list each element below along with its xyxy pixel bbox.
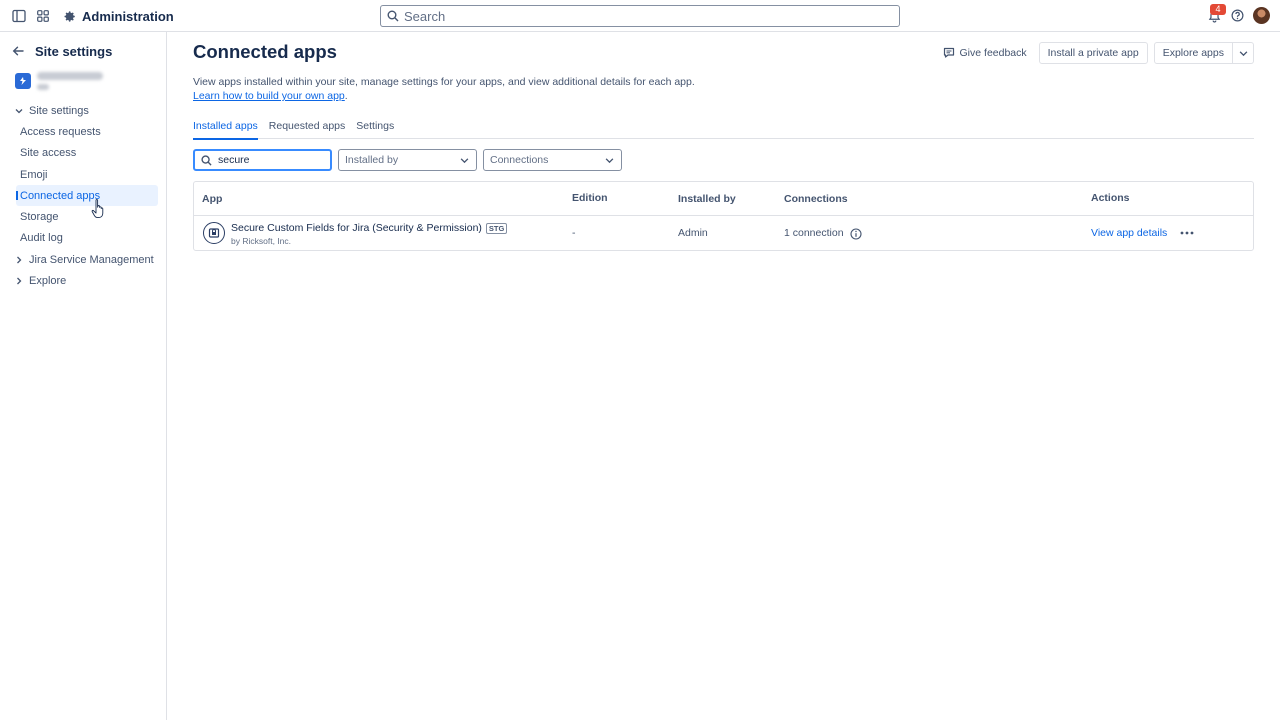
app-search-field[interactable]	[193, 149, 332, 171]
tab-bar: Installed apps Requested apps Settings	[193, 120, 1254, 140]
app-search-input[interactable]	[218, 154, 318, 166]
page-description: View apps installed within your site, ma…	[193, 75, 695, 103]
tab-requested-apps[interactable]: Requested apps	[269, 120, 345, 139]
apps-table: App Edition Installed by Connections Act…	[193, 181, 1254, 251]
sidebar-group-label: Jira Service Management	[29, 253, 154, 266]
sidebar-item-emoji[interactable]: Emoji	[0, 164, 166, 185]
sidebar-item-label: Emoji	[20, 168, 48, 181]
sidebar-group-site-settings[interactable]: Site settings	[0, 100, 166, 121]
app-vendor: by Ricksoft, Inc.	[231, 236, 291, 246]
sidebar-item-access-requests[interactable]: Access requests	[0, 121, 166, 142]
top-navigation-bar: Administration 4	[0, 0, 1280, 32]
installed-by-select[interactable]: Installed by	[338, 149, 477, 171]
connections-placeholder: Connections	[490, 154, 549, 166]
admin-home-link[interactable]: Administration	[62, 6, 174, 26]
page-actions: Give feedback Install a private app Expl…	[937, 42, 1254, 64]
sidebar-item-label: Access requests	[20, 125, 101, 138]
column-header-connections: Connections	[784, 193, 848, 205]
app-switcher-icon[interactable]	[34, 7, 52, 25]
more-options-icon[interactable]	[1179, 227, 1195, 239]
site-logo-icon	[15, 73, 31, 89]
sidebar: Site settings Site settings Access reque…	[0, 32, 167, 720]
sidebar-item-audit-log[interactable]: Audit log	[0, 228, 166, 249]
column-header-actions: Actions	[1091, 192, 1130, 204]
install-private-app-button[interactable]: Install a private app	[1038, 42, 1148, 64]
give-feedback-button[interactable]: Give feedback	[937, 42, 1033, 64]
learn-build-app-link[interactable]: Learn how to build your own app	[193, 90, 345, 102]
tab-settings[interactable]: Settings	[356, 120, 394, 139]
column-header-installed-by: Installed by	[678, 193, 736, 205]
app-name-text: Secure Custom Fields for Jira (Security …	[231, 222, 482, 234]
chevron-down-icon	[1239, 49, 1248, 58]
sidebar-group-jira-service-management[interactable]: Jira Service Management	[0, 249, 166, 270]
hand-cursor-icon	[91, 199, 104, 219]
sidebar-item-storage[interactable]: Storage	[0, 206, 166, 227]
global-search[interactable]	[380, 5, 900, 27]
chevron-down-icon	[460, 155, 470, 165]
filter-bar: Installed by Connections	[193, 149, 622, 171]
page-title: Connected apps	[193, 41, 337, 62]
column-header-edition: Edition	[572, 192, 608, 204]
connections-select[interactable]: Connections	[483, 149, 622, 171]
explore-apps-dropdown[interactable]	[1233, 42, 1254, 64]
view-app-details-link[interactable]: View app details	[1091, 227, 1167, 239]
sidebar-group-label: Explore	[29, 275, 67, 288]
search-icon	[201, 154, 212, 166]
explore-apps-split-button: Explore apps	[1153, 42, 1254, 64]
sidebar-item-label: Site access	[20, 147, 77, 160]
sidebar-item-label: Audit log	[20, 232, 63, 245]
column-header-app: App	[202, 193, 223, 205]
sidebar-toggle-icon[interactable]	[10, 7, 28, 25]
info-icon[interactable]	[849, 227, 862, 240]
back-arrow-icon[interactable]	[12, 45, 25, 58]
sidebar-item-label: Storage	[20, 211, 59, 224]
sidebar-nav: Site settings Access requests Site acces…	[0, 100, 166, 292]
app-name[interactable]: Secure Custom Fields for Jira (Security …	[231, 222, 508, 234]
chevron-right-icon	[14, 255, 23, 264]
table-header: App Edition Installed by Connections Act…	[194, 182, 1253, 216]
table-row: Secure Custom Fields for Jira (Security …	[194, 216, 1253, 251]
help-icon[interactable]	[1229, 7, 1246, 24]
installed-by-placeholder: Installed by	[345, 154, 399, 166]
site-selector[interactable]	[15, 72, 103, 90]
chevron-down-icon	[605, 155, 615, 165]
search-icon	[387, 10, 399, 22]
tab-installed-apps[interactable]: Installed apps	[193, 120, 258, 140]
search-input[interactable]	[404, 8, 884, 24]
sidebar-title: Site settings	[35, 43, 113, 59]
sidebar-item-site-access[interactable]: Site access	[0, 143, 166, 164]
explore-apps-button[interactable]: Explore apps	[1153, 42, 1233, 64]
app-edition: -	[572, 227, 576, 239]
environment-tag: STG	[485, 222, 508, 234]
app-installed-by: Admin	[678, 227, 708, 239]
site-name-redacted	[37, 72, 103, 90]
sidebar-item-connected-apps[interactable]: Connected apps	[16, 185, 158, 207]
app-logo-icon	[203, 222, 225, 244]
feedback-label: Give feedback	[959, 47, 1027, 59]
chevron-right-icon	[14, 277, 23, 286]
sidebar-group-explore[interactable]: Explore	[0, 270, 166, 291]
sidebar-item-label: Connected apps	[20, 189, 101, 202]
feedback-icon	[943, 47, 955, 59]
app-title: Administration	[82, 8, 174, 24]
app-connections: 1 connection	[784, 227, 844, 239]
description-period: .	[344, 90, 348, 102]
chevron-down-icon	[14, 106, 23, 115]
description-text: View apps installed within your site, ma…	[193, 76, 695, 88]
gear-icon	[62, 9, 76, 23]
user-avatar[interactable]	[1253, 7, 1270, 24]
sidebar-group-label: Site settings	[29, 104, 89, 117]
notification-count-badge: 4	[1210, 4, 1226, 15]
